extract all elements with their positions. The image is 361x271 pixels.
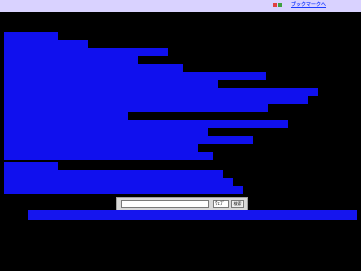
nav-item[interactable]	[4, 170, 223, 178]
search-type-select[interactable]: ｳｪﾌﾞ	[213, 200, 229, 208]
nav-item[interactable]	[4, 104, 268, 112]
search-button[interactable]: 検索	[231, 200, 244, 208]
nav-item[interactable]	[4, 178, 233, 186]
nav-item[interactable]	[4, 80, 218, 88]
nav-item[interactable]	[4, 40, 88, 48]
nav-item[interactable]	[4, 96, 308, 104]
top-bar: ブックマークへ	[0, 0, 361, 12]
bookmark-link[interactable]: ブックマークへ	[291, 2, 326, 9]
bottom-link[interactable]	[28, 210, 357, 220]
nav-item[interactable]	[4, 48, 168, 56]
nav-item[interactable]	[4, 64, 183, 72]
nav-list	[0, 30, 361, 200]
nav-item[interactable]	[4, 144, 198, 152]
nav-item[interactable]	[4, 112, 128, 120]
nav-item[interactable]	[4, 136, 253, 144]
nav-item[interactable]	[4, 162, 58, 170]
search-input[interactable]	[121, 200, 209, 208]
nav-item[interactable]	[4, 120, 288, 128]
nav-item[interactable]	[4, 128, 208, 136]
nav-item[interactable]	[4, 72, 266, 80]
nav-item[interactable]	[4, 56, 138, 64]
nav-item[interactable]	[4, 186, 243, 194]
nav-item[interactable]	[4, 88, 318, 96]
nav-item[interactable]	[4, 152, 213, 160]
bookmark-icon[interactable]	[273, 2, 283, 8]
search-box: ｳｪﾌﾞ 検索	[116, 197, 248, 211]
nav-item[interactable]	[4, 32, 58, 40]
